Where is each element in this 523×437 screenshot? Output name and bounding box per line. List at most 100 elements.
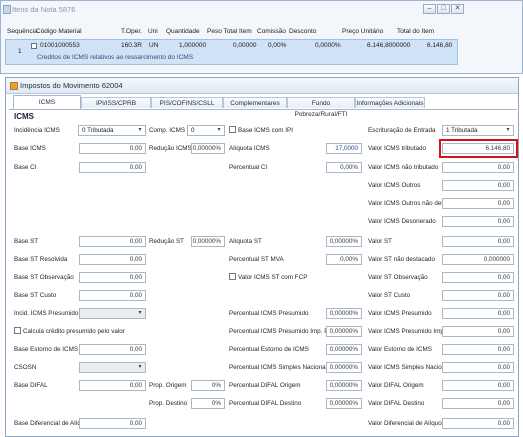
base-st-observacao-field[interactable]: 0,00 bbox=[79, 272, 146, 283]
window-icon bbox=[3, 5, 11, 14]
label-valor-icms-desonerado: Valor ICMS Desonerado bbox=[368, 218, 436, 225]
label-base-difal: Base DIFAL bbox=[14, 382, 48, 389]
valor-icms-outros-nao-dest-field[interactable]: 0,00 bbox=[442, 198, 514, 209]
percentual-difal-destino-field[interactable]: 0,00000% bbox=[326, 398, 362, 409]
incidencia-icms-select[interactable]: 0 Tributada ▾ bbox=[78, 125, 146, 136]
aliquota-icms-field[interactable]: 17,0000 bbox=[326, 143, 362, 154]
comp-icms-select[interactable]: 0 ▾ bbox=[187, 125, 225, 136]
row-peso-total: 0,00000 bbox=[233, 42, 257, 49]
chevron-down-icon: ▾ bbox=[506, 127, 510, 133]
label-percentual-icms-presumido-impr: Percentual ICMS Presumido Imp. PR bbox=[229, 328, 333, 335]
valor-icms-desonerado-field[interactable]: 0,00 bbox=[442, 216, 514, 227]
label-percentual-st-mva: Percentual ST MVA bbox=[229, 256, 284, 263]
col-sequencia[interactable]: Sequência bbox=[7, 28, 38, 35]
label-base-st-observacao: Base ST Observação bbox=[14, 274, 74, 281]
chevron-down-icon: ▾ bbox=[138, 127, 142, 133]
dialog-icon bbox=[10, 82, 18, 90]
base-icms-field[interactable]: 0,00 bbox=[79, 143, 146, 154]
percentual-difal-origem-field[interactable]: 0,00000% bbox=[326, 380, 362, 391]
percentual-icms-presumido-field[interactable]: 0,00000% bbox=[326, 308, 362, 319]
tab-complementares[interactable]: Complementares bbox=[223, 97, 287, 108]
table-row[interactable]: 1 01001000553 Creditos de ICMS relativos… bbox=[5, 39, 458, 65]
col-quantidade[interactable]: Quantidade bbox=[166, 28, 200, 35]
prop-origem-field[interactable]: 0% bbox=[191, 380, 225, 391]
base-diferencial-aliq-field[interactable]: 0,00 bbox=[79, 418, 146, 429]
col-preco-unitario[interactable]: Preço Unitário bbox=[342, 28, 383, 35]
close-button[interactable]: ✕ bbox=[451, 4, 464, 14]
valor-icms-st-fcp-checkbox[interactable] bbox=[229, 273, 236, 280]
incid-icms-presumido-select[interactable]: ▾ bbox=[79, 308, 146, 319]
row-quantidade: 1,000000 bbox=[179, 42, 207, 49]
label-percentual-difal-origem: Percentual DIFAL Origem bbox=[229, 382, 301, 389]
label-valor-estorno: Valor Estorno de ICMS bbox=[368, 346, 432, 353]
label-valor-icms-simples: Valor ICMS Simples Nacional bbox=[368, 364, 451, 371]
label-base-st-custo: Base ST Custo bbox=[14, 292, 57, 299]
row-material-code: 01001000553 bbox=[40, 42, 80, 49]
tab-fundo-pobreza[interactable]: Fundo Pobreza/Rural/FTI bbox=[287, 97, 355, 118]
valor-estorno-field[interactable]: 0,00 bbox=[442, 344, 514, 355]
label-valor-icms-outros: Valor ICMS Outros bbox=[368, 182, 421, 189]
row-checkbox[interactable] bbox=[31, 43, 37, 49]
items-window: Itens da Nota 5876 – □ ✕ Sequência Códig… bbox=[0, 0, 523, 74]
percentual-estorno-field[interactable]: 0,00000% bbox=[326, 344, 362, 355]
percentual-icms-presumido-impr-field[interactable]: 0,00000% bbox=[326, 326, 362, 337]
valor-st-observacao-field[interactable]: 0,00 bbox=[442, 272, 514, 283]
base-ci-field[interactable]: 0,00 bbox=[79, 162, 146, 173]
col-comissao[interactable]: Comissão bbox=[257, 28, 286, 35]
col-desconto[interactable]: Desconto bbox=[289, 28, 316, 35]
label-base-estorno: Base Estorno de ICMS bbox=[14, 346, 79, 353]
percentual-ci-field[interactable]: 0,00% bbox=[326, 162, 362, 173]
label-base-icms: Base ICMS bbox=[14, 145, 46, 152]
valor-st-field[interactable]: 0,00 bbox=[442, 236, 514, 247]
label-percentual-icms-simples: Percentual ICMS Simples Nacional bbox=[229, 364, 327, 371]
valor-icms-simples-field[interactable]: 0,00 bbox=[442, 362, 514, 373]
col-t-oper[interactable]: T.Oper. bbox=[121, 28, 142, 35]
label-valor-icms-tributado: Valor ICMS tributado bbox=[368, 145, 426, 152]
valor-icms-presumido-field[interactable]: 0,00 bbox=[442, 308, 514, 319]
col-total-item[interactable]: Total do Item bbox=[397, 28, 434, 35]
tab-icms[interactable]: ICMS bbox=[13, 95, 81, 109]
base-estorno-field[interactable]: 0,00 bbox=[79, 344, 146, 355]
base-st-custo-field[interactable]: 0,00 bbox=[79, 290, 146, 301]
reducao-icms-field[interactable]: 0,00000% bbox=[191, 143, 225, 154]
section-title-icms: ICMS bbox=[14, 112, 34, 121]
label-valor-difal-origem: Valor DIFAL Origem bbox=[368, 382, 424, 389]
row-uni: UN bbox=[149, 42, 159, 49]
maximize-button[interactable]: □ bbox=[437, 4, 450, 14]
valor-icms-nao-tributado-field[interactable]: 0,00 bbox=[442, 162, 514, 173]
tab-ipi-iss-cprb[interactable]: IPI/ISS/CPRB bbox=[81, 97, 151, 108]
col-uni[interactable]: Uni bbox=[148, 28, 158, 35]
valor-difal-origem-field[interactable]: 0,00 bbox=[442, 380, 514, 391]
tab-informacoes-adicionais[interactable]: Informações Adicionais bbox=[355, 97, 425, 108]
valor-icms-outros-field[interactable]: 0,00 bbox=[442, 180, 514, 191]
valor-st-custo-field[interactable]: 0,00 bbox=[442, 290, 514, 301]
prop-destino-field[interactable]: 0% bbox=[191, 398, 225, 409]
aliquota-st-field[interactable]: 0,00000% bbox=[326, 236, 362, 247]
tab-pis-cofins-csll[interactable]: PIS/COFINS/CSLL bbox=[151, 97, 223, 108]
col-peso-total[interactable]: Peso Total Item bbox=[207, 28, 252, 35]
csosn-select[interactable]: ▾ bbox=[79, 362, 146, 373]
base-st-resolvida-field[interactable]: 0,00 bbox=[79, 254, 146, 265]
label-csosn: CSOSN bbox=[14, 364, 37, 371]
percentual-icms-simples-field[interactable]: 0,00000% bbox=[326, 362, 362, 373]
escrituracao-select[interactable]: 1 Tributada ▾ bbox=[442, 125, 514, 136]
items-window-title: Itens da Nota 5876 bbox=[12, 5, 76, 14]
percentual-st-mva-field[interactable]: 0,00% bbox=[326, 254, 362, 265]
escrituracao-value: 1 Tributada bbox=[446, 127, 478, 134]
valor-difal-destino-field[interactable]: 0,00 bbox=[442, 398, 514, 409]
base-st-field[interactable]: 0,00 bbox=[79, 236, 146, 247]
base-difal-field[interactable]: 0,00 bbox=[79, 380, 146, 391]
col-codigo-material[interactable]: Código Material bbox=[36, 28, 82, 35]
calcula-credito-checkbox[interactable] bbox=[14, 327, 21, 334]
base-icms-ipi-checkbox[interactable] bbox=[229, 126, 236, 133]
row-total-item: 6.146,80 bbox=[427, 42, 453, 49]
minimize-button[interactable]: – bbox=[423, 4, 436, 14]
items-table-header: Sequência Código Material T.Oper. Uni Qu… bbox=[5, 28, 458, 38]
label-valor-diferencial-aliq: Valor Diferencial de Alíquota bbox=[368, 420, 447, 427]
valor-st-nao-destacado-field[interactable]: 0,000000 bbox=[442, 254, 514, 265]
label-valor-icms-nao-tributado: Valor ICMS não tributado bbox=[368, 164, 439, 171]
reducao-st-field[interactable]: 0,00000% bbox=[191, 236, 225, 247]
valor-diferencial-aliq-field[interactable]: 0,00 bbox=[442, 418, 514, 429]
comp-icms-value: 0 bbox=[191, 127, 195, 134]
valor-icms-presumido-impr-field[interactable]: 0,00 bbox=[442, 326, 514, 337]
